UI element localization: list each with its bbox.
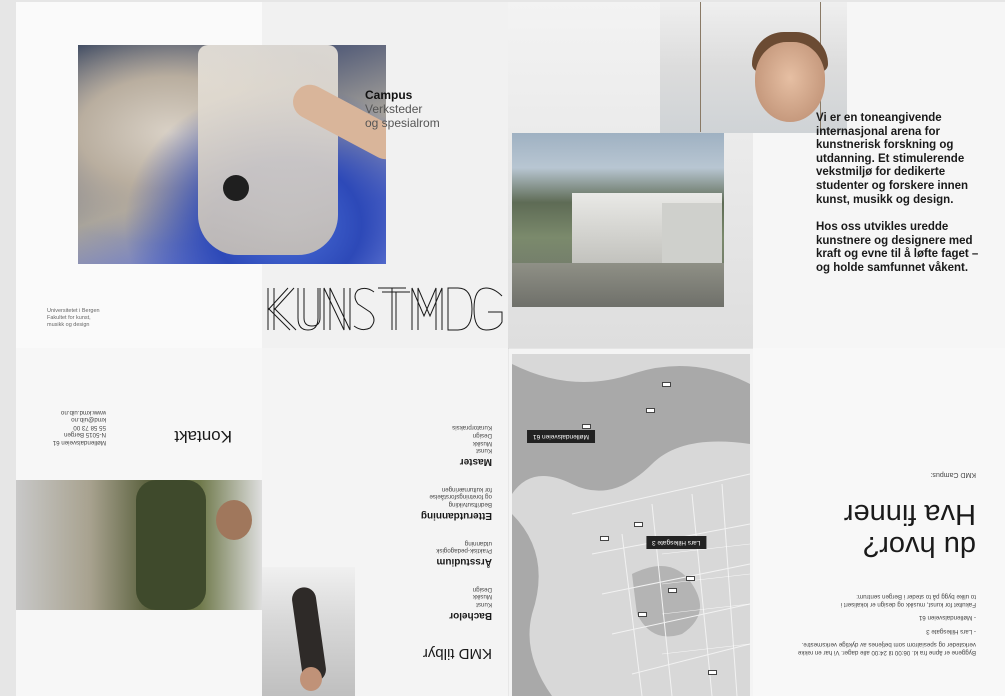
musician-photo	[16, 480, 262, 610]
location-block: Byggene er åpne fra kl. 06:00 til 24:00 …	[776, 386, 976, 656]
intro-paragraph-2: Hos oss utvikles uredde kunstnere og des…	[816, 221, 979, 274]
faculty-line-2: musikk og design	[47, 322, 90, 328]
campus-title-block: Campus Verksteder og spesialrom	[365, 88, 440, 130]
map-pin-mollendalsveien[interactable]: Møllendalsveien 61	[527, 430, 596, 443]
intro-text: Vi er en toneangivende internasjonal are…	[816, 112, 986, 276]
contact-block: Kontakt Møllendalsveien 61 N-5015 Bergen…	[36, 376, 232, 446]
offer-item: Design	[472, 432, 492, 440]
offer-item: utdanning	[464, 539, 492, 547]
offer-title: Master	[459, 456, 492, 468]
contact-email[interactable]: kmd@uib.no	[36, 416, 106, 423]
offers-heading: KMD tilbyr	[422, 645, 492, 662]
offer-title: Bachelor	[449, 610, 492, 621]
campus-subtitle-1: Verksteder	[365, 102, 423, 116]
location-heading-1: du hvor?	[863, 530, 976, 563]
location-address-1: - Møllendalsveien 61	[918, 614, 976, 622]
offer-item: Musikk	[472, 439, 492, 447]
intro-paragraph-1: Vi er en toneangivende internasjonal are…	[816, 112, 969, 206]
offer-year-study: Årsstudium Praktisk-pedagogisk utdanning	[392, 539, 492, 568]
contact-website[interactable]: www.kmd.uib.no	[36, 408, 106, 416]
offer-item: Design	[472, 585, 492, 593]
offer-master: Master Kunst Musikk Design Kuratorpraksi…	[392, 424, 492, 467]
contact-phone: 55 58 73 00	[73, 423, 106, 431]
kmd-logo	[267, 287, 503, 331]
offer-continuing-education: Etterutdanning Bedriftsutvikling og fore…	[392, 485, 492, 521]
campus-title: Campus	[365, 88, 413, 102]
offer-item: og foretningsforståelse	[429, 493, 492, 501]
offer-title: Etterutdanning	[420, 510, 492, 522]
offer-item: Praktisk-pedagogisk	[436, 547, 492, 555]
contact-address: Møllendalsveien 61	[52, 439, 106, 446]
offers-block: KMD tilbyr Bachelor Kunst Musikk Design …	[392, 382, 492, 662]
campus-label: KMD Campus:	[930, 471, 976, 479]
location-heading-2: Hva finner	[843, 498, 976, 531]
campus-subtitle-2: og spesialrom	[365, 116, 440, 130]
workshop-photo	[78, 45, 386, 264]
offer-item: for kulturnæringen	[441, 485, 492, 493]
offer-item: Kunst	[476, 601, 492, 608]
university-text: Universitetet i Bergen Fakultet for kuns…	[47, 308, 100, 329]
brochure-spread: Campus Verksteder og spesialrom Vi er en…	[16, 2, 1005, 696]
contact-postcode: N-5015 Bergen	[64, 431, 106, 439]
contact-heading: Kontakt	[174, 427, 232, 446]
map-pin-lars-hillesgate[interactable]: Lars Hillesgate 3	[646, 536, 707, 549]
university-line: Universitetet i Bergen	[47, 308, 100, 314]
city-map[interactable]: Møllendalsveien 61 Lars Hillesgate 3	[512, 354, 750, 696]
faculty-line: Fakultet for kunst,	[47, 315, 91, 321]
contact-details: Møllendalsveien 61 N-5015 Bergen 55 58 7…	[36, 408, 106, 446]
offer-item: Kunst	[476, 447, 492, 455]
offer-item: Bedriftsutvikling	[448, 501, 492, 509]
map-graphic	[512, 354, 750, 696]
location-address-2: - Lars Hillesgate 3	[926, 627, 976, 635]
building-photo	[512, 133, 724, 307]
offer-title: Årsstudium	[436, 556, 492, 568]
offer-item: Musikk	[472, 593, 492, 601]
location-intro: Fakultet for kunst, musikk og design er …	[840, 593, 976, 608]
location-text-1: Byggene er åpne fra kl. 06:00 til 24:00 …	[797, 641, 976, 656]
offer-bachelor: Bachelor Kunst Musikk Design	[392, 585, 492, 621]
performer-photo	[262, 567, 355, 696]
offer-item: Kuratorpraksis	[452, 424, 492, 432]
